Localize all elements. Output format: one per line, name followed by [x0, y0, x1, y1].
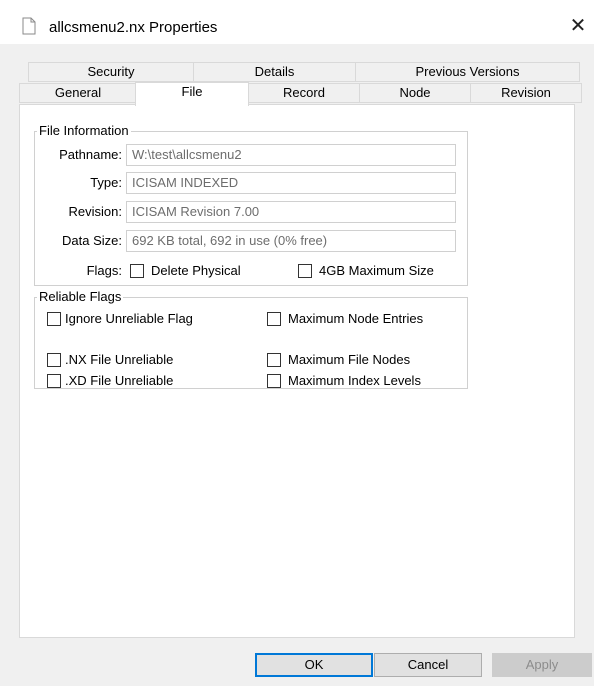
apply-button[interactable]: Apply — [492, 653, 592, 677]
maximum-index-levels-label: Maximum Index Levels — [288, 373, 421, 388]
maximum-node-entries-checkbox[interactable] — [267, 312, 281, 326]
tab-record[interactable]: Record — [248, 83, 360, 103]
delete-physical-label: Delete Physical — [151, 263, 241, 278]
delete-physical-checkbox[interactable] — [130, 264, 144, 278]
type-field[interactable]: ICISAM INDEXED — [126, 172, 456, 194]
nx-file-unreliable-checkbox[interactable] — [47, 353, 61, 367]
cancel-button[interactable]: Cancel — [374, 653, 482, 677]
revision-field[interactable]: ICISAM Revision 7.00 — [126, 201, 456, 223]
tab-previous-versions[interactable]: Previous Versions — [355, 62, 580, 82]
tab-file[interactable]: File — [135, 82, 249, 106]
xd-file-unreliable-checkbox[interactable] — [47, 374, 61, 388]
document-icon — [22, 17, 36, 35]
tab-security[interactable]: Security — [28, 62, 194, 82]
tab-general[interactable]: General — [19, 83, 137, 103]
maximum-node-entries-label: Maximum Node Entries — [288, 311, 424, 326]
ignore-unreliable-flag-label: Ignore Unreliable Flag — [65, 311, 193, 326]
tab-node[interactable]: Node — [359, 83, 471, 103]
maximum-index-levels-checkbox[interactable] — [267, 374, 281, 388]
maximum-file-nodes-checkbox[interactable] — [267, 353, 281, 367]
tab-details[interactable]: Details — [193, 62, 356, 82]
reliable-flags-title: Reliable Flags — [37, 289, 124, 304]
ok-button[interactable]: OK — [255, 653, 373, 677]
4gb-maximum-size-label: 4GB Maximum Size — [319, 263, 434, 278]
tab-panel-file: File Information Pathname: W:\test\allcs… — [19, 104, 575, 638]
close-icon: ✕ — [569, 15, 587, 37]
flags-label: Flags: — [86, 263, 122, 278]
close-button[interactable]: ✕ — [566, 14, 590, 38]
ignore-unreliable-flag-checkbox[interactable] — [47, 312, 61, 326]
tab-revision[interactable]: Revision — [470, 83, 582, 103]
revision-label: Revision: — [68, 204, 122, 219]
window-title: allcsmenu2.nx Properties — [49, 19, 218, 36]
maximum-file-nodes-label: Maximum File Nodes — [288, 352, 411, 367]
data-size-label: Data Size: — [62, 233, 122, 248]
pathname-label: Pathname: — [59, 147, 122, 162]
data-size-field[interactable]: 692 KB total, 692 in use (0% free) — [126, 230, 456, 252]
type-label: Type: — [90, 175, 122, 190]
4gb-maximum-size-checkbox[interactable] — [298, 264, 312, 278]
nx-file-unreliable-label: .NX File Unreliable — [65, 352, 174, 367]
file-information-title: File Information — [37, 123, 131, 138]
pathname-field[interactable]: W:\test\allcsmenu2 — [126, 144, 456, 166]
xd-file-unreliable-label: .XD File Unreliable — [65, 373, 174, 388]
